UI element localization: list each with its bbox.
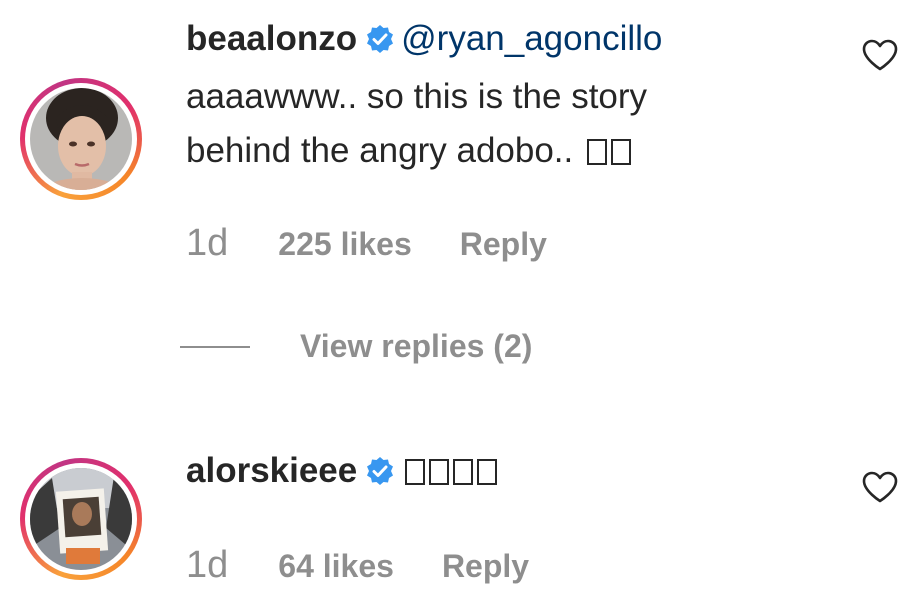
heart-outline-icon[interactable] <box>861 38 899 72</box>
reply-button[interactable]: Reply <box>442 548 529 585</box>
missing-emoji-glyph <box>611 139 631 165</box>
comment-body: alorskieee <box>186 444 806 502</box>
mention-link[interactable]: @ryan_agoncillo <box>401 19 662 58</box>
missing-emoji-glyph <box>587 139 607 165</box>
view-replies-label: View replies (2) <box>300 328 533 364</box>
username[interactable]: beaalonzo <box>186 19 357 58</box>
comment-text-line: aaaawww.. so this is the story <box>186 77 648 116</box>
comment-item: alorskieee 1d 64 likes Reply <box>0 440 921 612</box>
heart-outline-icon[interactable] <box>861 470 899 504</box>
comment-text-line: behind the angry adobo.. <box>186 131 574 170</box>
avatar-story-ring[interactable] <box>20 458 142 580</box>
comment-body: beaalonzo @ryan_agoncillo aaaawww.. so th… <box>186 12 806 178</box>
comment-meta: 1d 64 likes Reply <box>186 544 529 587</box>
verified-badge-icon <box>365 448 395 502</box>
comment-item: beaalonzo @ryan_agoncillo aaaawww.. so th… <box>0 0 921 300</box>
missing-emoji-glyph <box>477 459 498 485</box>
divider-line <box>180 345 250 348</box>
comment-meta: 1d 225 likes Reply <box>186 222 547 265</box>
avatar[interactable] <box>30 88 132 190</box>
missing-emoji-glyph <box>429 459 450 485</box>
view-replies-button[interactable]: View replies (2) <box>180 328 532 365</box>
likes-count[interactable]: 64 likes <box>278 548 394 585</box>
comment-timestamp[interactable]: 1d <box>186 544 228 587</box>
reply-button[interactable]: Reply <box>460 226 547 263</box>
missing-emoji-glyph <box>405 459 426 485</box>
comment-timestamp[interactable]: 1d <box>186 222 228 265</box>
username[interactable]: alorskieee <box>186 451 357 490</box>
avatar-story-ring[interactable] <box>20 78 142 200</box>
verified-badge-icon <box>365 16 395 70</box>
likes-count[interactable]: 225 likes <box>278 226 411 263</box>
missing-emoji-glyph <box>453 459 474 485</box>
avatar[interactable] <box>30 468 132 570</box>
